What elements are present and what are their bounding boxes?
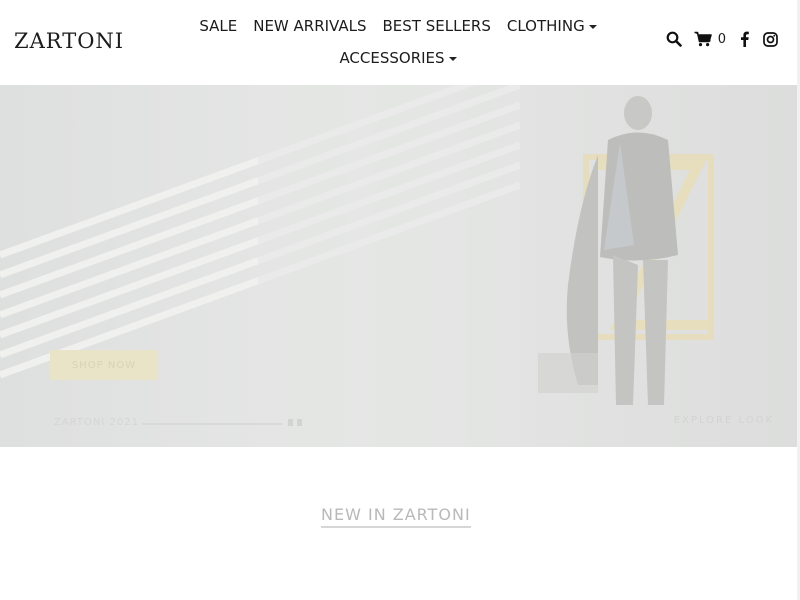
search-icon[interactable]	[666, 31, 682, 47]
slider-dots	[288, 419, 302, 426]
main-nav: SALE NEW ARRIVALS BEST SELLERS CLOTHING …	[198, 10, 598, 74]
nav-item-new-arrivals[interactable]: NEW ARRIVALS	[253, 17, 366, 35]
nav-item-accessories[interactable]: ACCESSORIES	[339, 49, 457, 67]
nav-item-label: SALE	[199, 17, 238, 35]
nav-row-1: SALE NEW ARRIVALS BEST SELLERS CLOTHING	[198, 10, 598, 42]
brand-logo[interactable]: ZARTONI	[14, 29, 124, 53]
slider-dot[interactable]	[297, 419, 302, 426]
instagram-icon[interactable]	[763, 31, 778, 47]
cart-icon[interactable]	[694, 31, 712, 47]
header-icons: 0	[666, 31, 778, 47]
nav-item-clothing[interactable]: CLOTHING	[507, 17, 597, 35]
cart-count[interactable]: 0	[718, 32, 726, 47]
nav-row-2: ACCESSORIES	[198, 42, 598, 74]
hero-left-caption: ZARTONI 2021	[54, 417, 139, 428]
nav-item-label: BEST SELLERS	[382, 17, 491, 35]
hero-stripes-image	[0, 85, 520, 447]
section-title: NEW IN ZARTONI	[321, 505, 471, 528]
facebook-icon[interactable]	[740, 31, 749, 47]
hero-banner[interactable]: SHOP NOW ZARTONI 2021 EXPLORE LOOK	[0, 85, 800, 447]
slider-dot[interactable]	[288, 419, 293, 426]
caret-down-icon	[588, 24, 597, 29]
nav-item-label: CLOTHING	[506, 17, 585, 35]
nav-item-label: NEW ARRIVALS	[253, 17, 367, 35]
hero-right-caption[interactable]: EXPLORE LOOK	[674, 415, 774, 426]
nav-item-label: ACCESSORIES	[339, 49, 445, 67]
nav-item-sale[interactable]: SALE	[199, 17, 237, 35]
caret-down-icon	[448, 56, 457, 61]
hero-model-image	[538, 96, 714, 405]
nav-item-best-sellers[interactable]: BEST SELLERS	[383, 17, 491, 35]
site-header: ZARTONI SALE NEW ARRIVALS BEST SELLERS C…	[0, 0, 800, 85]
slider-progress-bar	[142, 423, 282, 425]
shop-now-button[interactable]: SHOP NOW	[50, 350, 158, 380]
